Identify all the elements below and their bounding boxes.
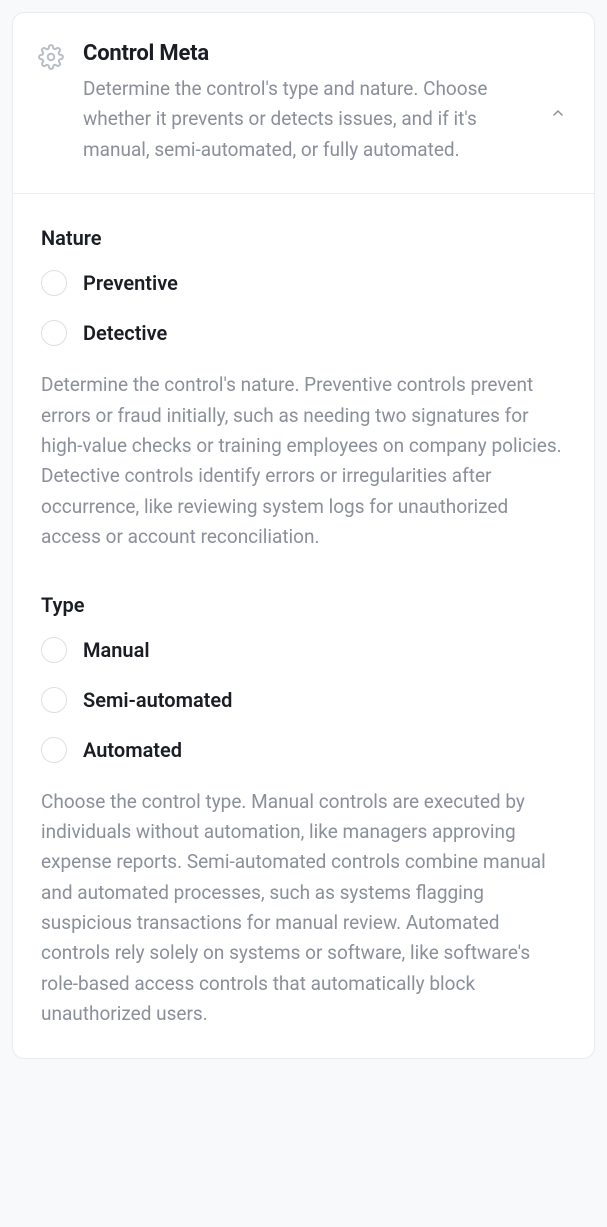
radio-label: Preventive: [83, 271, 178, 295]
type-description: Choose the control type. Manual controls…: [41, 787, 566, 1030]
radio-detective[interactable]: Detective: [41, 320, 566, 346]
radio-circle-icon: [41, 687, 67, 713]
radio-label: Automated: [83, 738, 182, 762]
radio-circle-icon: [41, 320, 67, 346]
radio-manual[interactable]: Manual: [41, 637, 566, 663]
radio-preventive[interactable]: Preventive: [41, 270, 566, 296]
header-title: Control Meta: [83, 41, 528, 66]
radio-automated[interactable]: Automated: [41, 737, 566, 763]
nature-label: Nature: [41, 226, 566, 250]
radio-label: Manual: [83, 638, 150, 662]
type-section: Type Manual Semi-automated Automated Cho…: [41, 593, 566, 1030]
nature-description: Determine the control's nature. Preventi…: [41, 370, 566, 552]
radio-circle-icon: [41, 737, 67, 763]
header-description: Determine the control's type and nature.…: [83, 74, 528, 165]
chevron-up-icon: [550, 105, 566, 121]
nature-section: Nature Preventive Detective Determine th…: [41, 226, 566, 552]
card-header: Control Meta Determine the control's typ…: [13, 13, 594, 194]
radio-label: Detective: [83, 321, 167, 345]
radio-circle-icon: [41, 637, 67, 663]
radio-label: Semi-automated: [83, 688, 232, 712]
gear-icon: [37, 43, 65, 71]
type-label: Type: [41, 593, 566, 617]
collapse-button[interactable]: [546, 101, 570, 125]
radio-semi-automated[interactable]: Semi-automated: [41, 687, 566, 713]
radio-circle-icon: [41, 270, 67, 296]
header-text: Control Meta Determine the control's typ…: [83, 41, 528, 165]
control-meta-card: Control Meta Determine the control's typ…: [12, 12, 595, 1059]
card-body: Nature Preventive Detective Determine th…: [13, 194, 594, 1057]
